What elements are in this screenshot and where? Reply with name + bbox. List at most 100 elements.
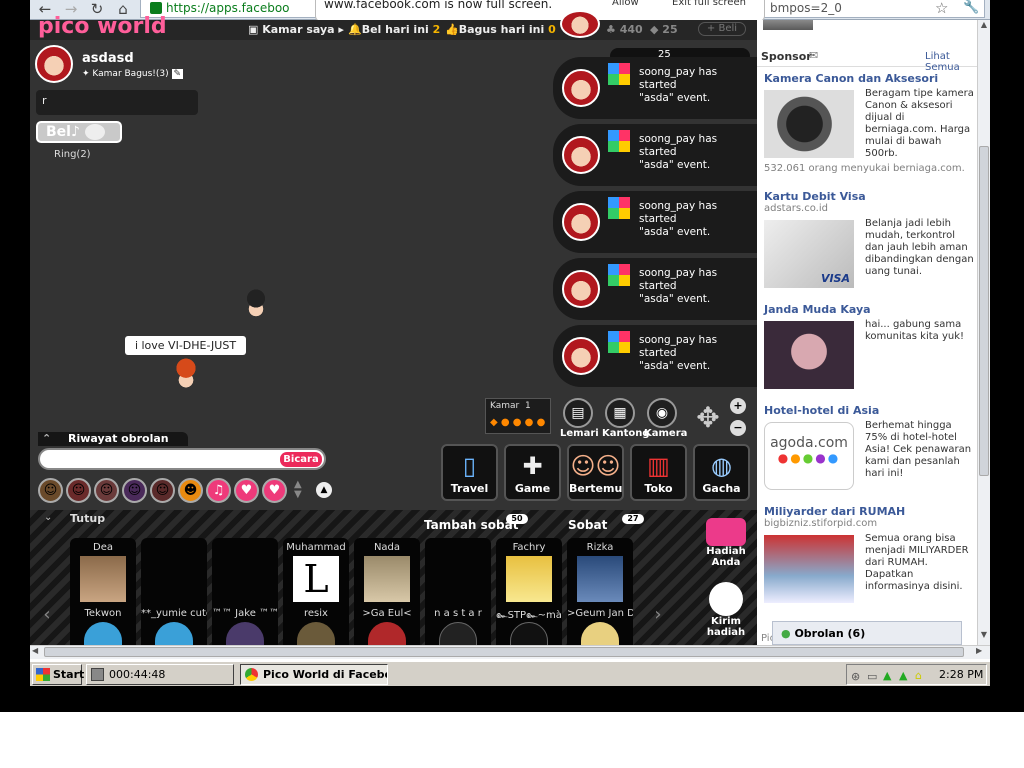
gacha-button[interactable]: ◍ Gacha bbox=[693, 444, 750, 501]
event-notice[interactable]: soong_pay has started "asda" event. bbox=[553, 124, 757, 186]
profile-avatar[interactable] bbox=[560, 10, 600, 38]
lihat-semua-link[interactable]: Lihat Semua bbox=[925, 51, 977, 73]
ad-title[interactable]: Miliyarder dari RUMAH bbox=[764, 505, 974, 518]
tray-icon[interactable]: ▭ bbox=[867, 667, 877, 686]
ad-item[interactable]: Hotel-hotel di Asia agoda.com ●●●●● Berh… bbox=[764, 404, 974, 490]
sunglasses-emote-icon[interactable]: ☻ bbox=[178, 478, 203, 503]
scroll-down-icon[interactable]: ▼ bbox=[979, 630, 989, 644]
ad-title[interactable]: Hotel-hotel di Asia bbox=[764, 404, 974, 417]
tambah-sobat-tab[interactable]: Tambah sobat bbox=[424, 518, 518, 532]
prev-arrow-icon[interactable]: ‹ bbox=[36, 600, 58, 630]
ad-item[interactable]: Kamera Canon dan Aksesori Beragam tipe k… bbox=[764, 72, 974, 174]
next-arrow-icon[interactable]: › bbox=[647, 600, 669, 630]
scroll-right-icon[interactable]: ▶ bbox=[976, 646, 982, 655]
kirim-hadiah-button[interactable]: Kirim hadiah bbox=[696, 582, 756, 642]
tray-icon[interactable]: ▲ bbox=[883, 666, 891, 685]
hscroll-thumb[interactable] bbox=[44, 647, 964, 657]
allow-button[interactable]: Allow bbox=[612, 0, 639, 8]
zoom-out-icon[interactable]: − bbox=[730, 420, 746, 436]
ad-title[interactable]: Janda Muda Kaya bbox=[764, 303, 974, 316]
ad-item[interactable]: Miliyarder dari RUMAH bigbizniz.stiforpi… bbox=[764, 505, 974, 603]
friend-card[interactable]: Dea Tekwon bbox=[70, 538, 136, 648]
emote-icon[interactable]: ☺ bbox=[38, 478, 63, 503]
collapse-icon[interactable]: ⌄ bbox=[44, 512, 52, 523]
beli-button[interactable]: + Beli bbox=[698, 22, 746, 36]
tray-icon[interactable]: ⊛ bbox=[851, 667, 860, 686]
travel-button[interactable]: ▯ Travel bbox=[441, 444, 498, 501]
start-button[interactable]: Start bbox=[32, 664, 84, 685]
exit-fullscreen-button[interactable]: Exit full screen bbox=[672, 0, 746, 8]
clock[interactable]: 2:28 PM bbox=[939, 665, 983, 684]
visa-ad-image[interactable]: VISA bbox=[764, 220, 854, 288]
profile-ad-image[interactable] bbox=[764, 321, 854, 389]
ad-item[interactable]: Kartu Debit Visa adstars.co.id VISA Bela… bbox=[764, 190, 974, 288]
friend-name-top: Dea bbox=[93, 542, 113, 553]
emote-icon[interactable]: ☺ bbox=[150, 478, 175, 503]
dpad-icon[interactable]: ✥ bbox=[690, 400, 726, 436]
event-notice[interactable]: soong_pay has started "asda" event. bbox=[553, 325, 757, 387]
music-emote-icon[interactable]: ♫ bbox=[206, 478, 231, 503]
agoda-ad-image[interactable]: agoda.com ●●●●● bbox=[764, 422, 854, 490]
tutup-button[interactable]: Tutup bbox=[70, 512, 105, 525]
scroll-left-icon[interactable]: ◀ bbox=[32, 646, 38, 655]
emote-icon[interactable]: ☺ bbox=[122, 478, 147, 503]
scroll-thumb[interactable] bbox=[979, 146, 989, 476]
zoom-in-icon[interactable]: + bbox=[730, 398, 746, 414]
vertical-scrollbar[interactable]: ▲ ▼ bbox=[977, 20, 990, 645]
horizontal-scrollbar[interactable]: ◀ ▶ bbox=[30, 645, 990, 659]
emote-icon[interactable]: ☺ bbox=[94, 478, 119, 503]
game-canvas[interactable]: pico world ▣ Kamar saya ▸ 🔔Bel hari ini … bbox=[30, 10, 757, 510]
ad-title[interactable]: Kamera Canon dan Aksesori bbox=[764, 72, 974, 85]
ad-item[interactable]: Janda Muda Kaya hai... gabung sama komun… bbox=[764, 303, 974, 389]
wrench-icon[interactable]: 🔧 bbox=[963, 0, 979, 15]
kamar-selector[interactable]: Kamar 1 ◆ ● ● ● ● bbox=[485, 398, 551, 434]
friend-card[interactable]: Nada >Ga Eul< bbox=[354, 538, 420, 648]
event-notice[interactable]: soong_pay has started "asda" event. bbox=[553, 191, 757, 253]
friend-photo bbox=[80, 556, 126, 602]
money-ad-image[interactable] bbox=[764, 535, 854, 603]
people-icon: ☺☺ bbox=[570, 452, 621, 480]
room-badge[interactable]: ✦ Kamar Bagus!(3) ✎ bbox=[82, 69, 184, 79]
friend-card[interactable]: **_yumie cute bbox=[141, 538, 207, 648]
game-button[interactable]: ✚ Game bbox=[504, 444, 561, 501]
bel-button[interactable]: Bel♪ bbox=[36, 121, 122, 143]
camera-ad-image[interactable] bbox=[764, 90, 854, 158]
event-notice[interactable]: soong_pay has started "asda" event. bbox=[553, 57, 757, 119]
bagus-hari-ini-value: 0 bbox=[548, 23, 556, 36]
bicara-button[interactable]: Bicara bbox=[280, 452, 322, 467]
emote-icon[interactable]: ☺ bbox=[66, 478, 91, 503]
scroll-up-icon[interactable]: ▲ bbox=[979, 20, 989, 34]
edit-icon[interactable]: ✎ bbox=[171, 69, 184, 79]
friend-card[interactable]: ™™ Jake ™™ bbox=[212, 538, 278, 648]
kamera-button[interactable]: ◉ Kamera bbox=[644, 398, 687, 439]
kamar-saya-link[interactable]: ▣ Kamar saya ▸ bbox=[248, 23, 344, 36]
sobat-tab[interactable]: Sobat bbox=[568, 518, 607, 532]
star-icon[interactable]: ☆ bbox=[935, 0, 948, 17]
friend-card[interactable]: Fachry ๛STP๛~mà★ bbox=[496, 538, 562, 648]
tray-icon[interactable]: ▲ bbox=[899, 666, 907, 685]
ad-title[interactable]: Kartu Debit Visa bbox=[764, 190, 974, 203]
event-notice[interactable]: soong_pay has started "asda" event. bbox=[553, 258, 757, 320]
emote-scroll-icon[interactable]: ▲ ▼ bbox=[294, 480, 302, 500]
friend-card[interactable]: n a s t a r bbox=[425, 538, 491, 648]
lemari-button[interactable]: ▤ Lemari bbox=[560, 398, 599, 439]
tray-icon[interactable]: ⌂ bbox=[915, 666, 922, 685]
player-character[interactable] bbox=[173, 358, 199, 392]
hadiah-anda-button[interactable]: Hadiah Anda bbox=[696, 518, 756, 578]
toko-button[interactable]: ▥ Toko bbox=[630, 444, 687, 501]
chat-history-tab[interactable]: ⌃ Riwayat obrolan bbox=[38, 432, 188, 446]
bagus-hari-ini: 👍Bagus hari ini 0 bbox=[445, 23, 556, 36]
ad-footer[interactable]: 532.061 orang menyukai berniaga.com. bbox=[764, 163, 976, 174]
character-sprite[interactable] bbox=[245, 288, 267, 318]
emote-expand-icon[interactable]: ▲ bbox=[316, 482, 332, 498]
user-avatar[interactable] bbox=[35, 45, 73, 83]
kantong-button[interactable]: ▦ Kantong bbox=[602, 398, 650, 439]
chat-button[interactable]: ● Obrolan (6) bbox=[772, 621, 962, 645]
friend-card[interactable]: Rizka >Geum Jan Di bbox=[567, 538, 633, 648]
bertemu-button[interactable]: ☺☺ Bertemu bbox=[567, 444, 624, 501]
active-browser-task[interactable]: Pico World di Faceboo... bbox=[240, 664, 388, 685]
timer-task[interactable]: 000:44:48 bbox=[86, 664, 234, 685]
friend-card[interactable]: Muhammad L resix bbox=[283, 538, 349, 648]
heart-emote-icon[interactable]: ♥ bbox=[234, 478, 259, 503]
heart-emote-icon[interactable]: ♥ bbox=[262, 478, 287, 503]
